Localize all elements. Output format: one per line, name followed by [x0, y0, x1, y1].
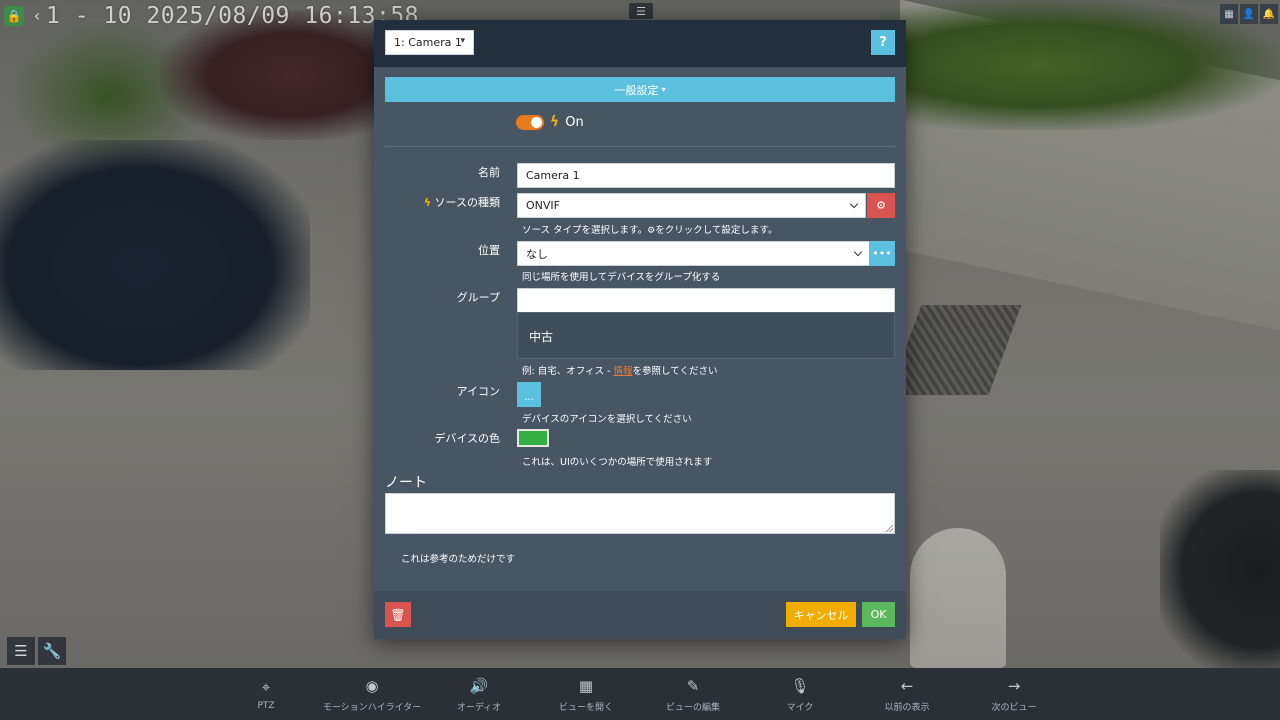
source-type-help: ソース タイプを選択します。⚙をクリックして設定します。 — [522, 222, 777, 236]
note-textarea[interactable] — [385, 493, 895, 534]
enabled-row: ϟ On — [516, 114, 584, 130]
group-field[interactable] — [517, 288, 895, 313]
source-help-text-2: をクリックして設定します。 — [655, 225, 778, 236]
toolbar-label: 以前の表示 — [884, 702, 930, 713]
group-help-suffix: を参照してください — [632, 366, 718, 377]
group-help-prefix: 例: 自宅、オフィス - — [522, 366, 614, 377]
info-link[interactable]: 情報 — [614, 366, 633, 377]
toolbar-label: PTZ — [257, 701, 275, 711]
lock-icon[interactable]: 🔒 — [4, 6, 24, 26]
bell-icon[interactable]: 🔔 — [1260, 4, 1278, 24]
arrow-left-icon: ← — [900, 676, 914, 695]
cancel-button[interactable]: キャンセル — [786, 602, 856, 627]
wrench-icon[interactable]: 🔧 — [38, 637, 66, 665]
toolbar-label: ビューを開く — [558, 702, 613, 713]
source-type-value: ONVIF — [526, 199, 560, 212]
grid-icon[interactable]: ▦ — [1220, 4, 1238, 24]
location-value: なし — [526, 247, 548, 261]
back-icon[interactable]: ‹ — [28, 4, 46, 26]
note-heading: ノート — [385, 475, 427, 491]
chevron-down-icon — [849, 199, 859, 209]
group-help: 例: 自宅、オフィス - 情報を参照してください — [522, 363, 717, 377]
menu-icon[interactable]: ☰ — [629, 3, 653, 19]
location-label: 位置 — [478, 244, 500, 257]
toolbar-label: ビューの編集 — [665, 702, 720, 713]
enabled-label: On — [565, 114, 584, 130]
resize-grip-icon[interactable] — [886, 525, 893, 532]
enabled-toggle[interactable] — [516, 114, 544, 130]
group-suggestion-item[interactable]: 中古 — [529, 328, 553, 345]
trash-icon: 🗑 — [390, 607, 406, 622]
dialog-header: 1: Camera 1 ▾ ? — [374, 20, 906, 67]
camera-timestamp: 1 - 10 2025/08/09 16:13:58 — [46, 3, 420, 29]
icon-help: デバイスのアイコンを選択してください — [522, 414, 692, 425]
arrow-right-icon: → — [1007, 676, 1021, 695]
section-title: 一般設定 — [614, 83, 659, 97]
edit-icon: ✎ — [686, 676, 700, 695]
toolbar-label: モーションハイライター — [322, 702, 422, 713]
source-type-select[interactable]: ONVIF — [517, 193, 866, 218]
gears-icon: ⚙ — [876, 199, 886, 212]
toolbar-ptz[interactable]: ⌖ PTZ — [211, 668, 321, 720]
gears-icon: ⚙ — [647, 226, 656, 236]
help-button[interactable]: ? — [871, 30, 895, 55]
ellipsis-icon: ••• — [872, 247, 892, 260]
speaker-icon: 🔊 — [469, 676, 489, 695]
name-label: 名前 — [478, 166, 500, 179]
chevron-down-icon: ▾ — [460, 36, 465, 46]
source-type-label: ϟ ソースの種類 — [384, 194, 500, 210]
note-help: これは参考のためだけです — [401, 554, 516, 565]
general-settings-section[interactable]: 一般設定 ▾ — [385, 77, 895, 102]
toolbar-label: オーディオ — [456, 702, 502, 713]
group-suggestions: 中古 — [517, 312, 895, 359]
dialog-footer: 🗑 キャンセル OK — [374, 591, 906, 639]
bolt-icon: ϟ — [423, 196, 432, 209]
name-value: Camera 1 — [526, 169, 580, 182]
divider — [385, 146, 895, 147]
source-help-text-1: ソース タイプを選択します。 — [522, 225, 648, 236]
source-type-label-text: ソースの種類 — [434, 196, 500, 209]
toolbar-audio[interactable]: 🔊 オーディオ — [424, 668, 534, 720]
toolbar-microphone[interactable]: 🎙 マイク — [745, 668, 855, 720]
toolbar-next-view[interactable]: → 次のビュー — [959, 668, 1069, 720]
eye-icon: ◉ — [365, 676, 379, 695]
group-label: グループ — [456, 291, 500, 304]
microphone-icon: 🎙 — [790, 676, 810, 695]
device-color-label: デバイスの色 — [434, 432, 500, 445]
location-help: 同じ場所を使用してデバイスをグループ化する — [522, 272, 721, 283]
device-color-help: これは、UIのいくつかの場所で使用されます — [522, 457, 713, 468]
bolt-icon: ϟ — [550, 114, 560, 130]
icon-label: アイコン — [456, 385, 500, 398]
toolbar-motion-highlighter[interactable]: ◉ モーションハイライター — [317, 668, 427, 720]
chevron-down-icon — [853, 247, 863, 257]
icon-picker-button[interactable]: ... — [517, 382, 541, 407]
camera-select[interactable]: 1: Camera 1 ▾ — [385, 30, 474, 55]
ok-button[interactable]: OK — [862, 602, 895, 627]
bottom-toolbar: ⌖ PTZ ◉ モーションハイライター 🔊 オーディオ ▦ ビューを開く ✎ ビ… — [0, 668, 1280, 720]
toolbar-label: 次のビュー — [991, 702, 1037, 713]
toolbar-edit-view[interactable]: ✎ ビューの編集 — [638, 668, 748, 720]
caret-down-icon: ▾ — [661, 85, 666, 94]
user-icon[interactable]: 👤 — [1240, 4, 1258, 24]
camera-settings-dialog: 1: Camera 1 ▾ ? 一般設定 ▾ ϟ On 名前 Camera 1 … — [374, 20, 906, 639]
camera-select-value: 1: Camera 1 — [394, 36, 462, 49]
top-right-icons: ▦ 👤 🔔 — [1220, 4, 1278, 24]
toolbar-label: マイク — [786, 702, 814, 713]
location-more-button[interactable]: ••• — [869, 241, 895, 266]
source-config-button[interactable]: ⚙ — [867, 193, 895, 218]
name-field[interactable]: Camera 1 — [517, 163, 895, 188]
delete-button[interactable]: 🗑 — [385, 602, 411, 627]
grid-icon: ▦ — [578, 676, 594, 695]
sliders-icon[interactable]: ☰ — [7, 637, 35, 665]
toolbar-open-view[interactable]: ▦ ビューを開く — [531, 668, 641, 720]
location-select[interactable]: なし — [517, 241, 870, 266]
toolbar-previous-view[interactable]: ← 以前の表示 — [852, 668, 962, 720]
device-color-swatch[interactable] — [517, 429, 549, 447]
crosshair-icon: ⌖ — [261, 678, 271, 696]
